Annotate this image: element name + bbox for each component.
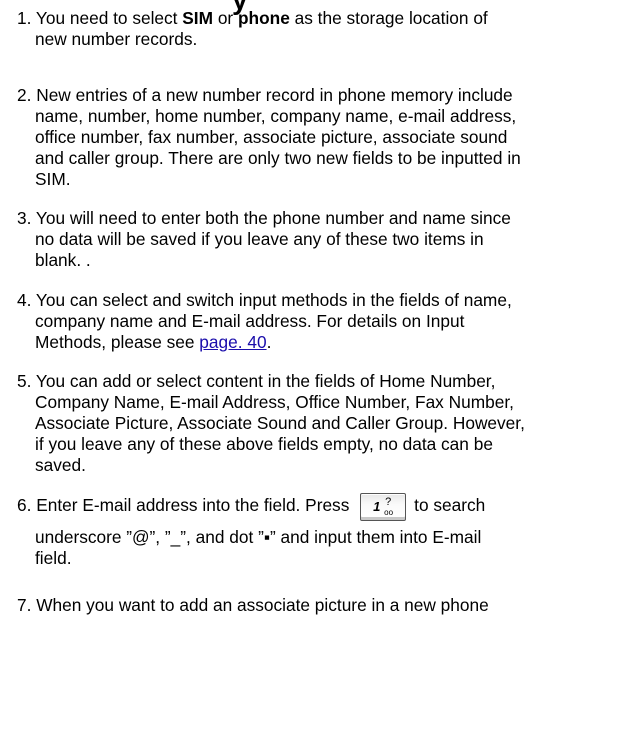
text-segment: underscore ”@”, ”_”, and dot ”▪” and inp… bbox=[35, 527, 482, 547]
text-segment: to search bbox=[414, 495, 486, 515]
text-segment: 1. You need to select bbox=[17, 8, 183, 28]
text-segment: if you leave any of these above fields e… bbox=[35, 434, 493, 454]
text-segment: saved. bbox=[35, 455, 86, 475]
text-segment: Methods, please see bbox=[35, 332, 200, 352]
item-2-line-1: 2. New entries of a new number record in… bbox=[17, 85, 513, 106]
item-4-line-1: 4. You can select and switch input metho… bbox=[17, 290, 512, 311]
text-segment: as the storage location of bbox=[289, 8, 488, 28]
text-segment: Company Name, E-mail Address, Office Num… bbox=[35, 392, 514, 412]
bold-term: phone bbox=[237, 8, 290, 28]
item-5-line-4: if you leave any of these above fields e… bbox=[35, 434, 493, 455]
voicemail-icon: oo bbox=[384, 508, 394, 517]
text-segment: and caller group. There are only two new… bbox=[35, 148, 521, 168]
text-segment: new number records. bbox=[35, 29, 198, 49]
item-5-line-3: Associate Picture, Associate Sound and C… bbox=[35, 413, 525, 434]
text-segment: company name and E-mail address. For det… bbox=[35, 311, 465, 331]
item-6-line-1: 6. Enter E-mail address into the field. … bbox=[17, 493, 485, 521]
item-7-line-1: 7. When you want to add an associate pic… bbox=[17, 595, 489, 616]
bold-term: SIM bbox=[182, 8, 214, 28]
text-segment: SIM. bbox=[35, 169, 71, 189]
text-segment: 5. You can add or select content in the … bbox=[17, 371, 496, 391]
item-3-line-3: blank. . bbox=[35, 250, 91, 271]
text-segment: or bbox=[213, 8, 238, 28]
item-5-line-1: 5. You can add or select content in the … bbox=[17, 371, 495, 392]
page-link[interactable]: page. 40 bbox=[199, 332, 266, 352]
item-5-line-5: saved. bbox=[35, 455, 86, 476]
item-4-line-2: company name and E-mail address. For det… bbox=[35, 311, 464, 332]
text-segment: field. bbox=[35, 548, 72, 568]
text-segment: 2. New entries of a new number record in… bbox=[17, 85, 513, 105]
item-1-line-2: new number records. bbox=[35, 29, 197, 50]
item-2-line-3: office number, fax number, associate pic… bbox=[35, 127, 507, 148]
item-4-line-3: Methods, please see page. 40. bbox=[35, 332, 271, 353]
one-key-icon: 1? oo bbox=[360, 493, 407, 521]
item-3-line-1: 3. You will need to enter both the phone… bbox=[17, 208, 511, 229]
item-6-line-2: underscore ”@”, ”_”, and dot ”▪” and inp… bbox=[35, 527, 481, 548]
text-segment: blank. . bbox=[35, 250, 91, 270]
item-5-line-2: Company Name, E-mail Address, Office Num… bbox=[35, 392, 514, 413]
text-segment: 3. You will need to enter both the phone… bbox=[17, 208, 511, 228]
text-segment: . bbox=[266, 332, 272, 352]
text-segment: 6. Enter E-mail address into the field. … bbox=[17, 495, 355, 515]
text-segment: office number, fax number, associate pic… bbox=[35, 127, 508, 147]
item-6-line-3: field. bbox=[35, 548, 72, 569]
text-segment: 7. When you want to add an associate pic… bbox=[17, 595, 489, 615]
item-2-line-5: SIM. bbox=[35, 169, 71, 190]
text-segment: 4. You can select and switch input metho… bbox=[17, 290, 512, 310]
text-segment: no data will be saved if you leave any o… bbox=[35, 229, 484, 249]
item-2-line-4: and caller group. There are only two new… bbox=[35, 148, 521, 169]
text-segment: Associate Picture, Associate Sound and C… bbox=[35, 413, 525, 433]
item-2-line-2: name, number, home number, company name,… bbox=[35, 106, 516, 127]
key-symbol-label: ? bbox=[385, 496, 392, 508]
item-1-line-1: 1. You need to select SIM or phone as th… bbox=[17, 8, 488, 29]
key-number-label: 1 bbox=[373, 499, 381, 514]
item-3-line-2: no data will be saved if you leave any o… bbox=[35, 229, 484, 250]
text-segment: name, number, home number, company name,… bbox=[35, 106, 517, 126]
